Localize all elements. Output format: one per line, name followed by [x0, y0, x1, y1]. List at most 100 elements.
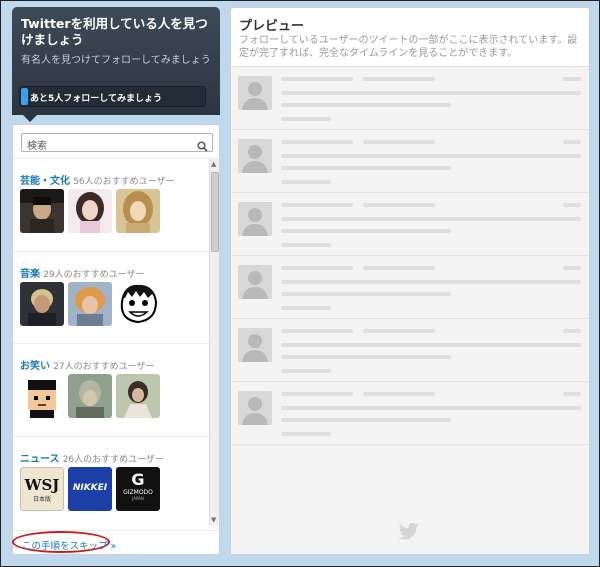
step-title: Twitterを利用している人を見つけましょう — [21, 16, 208, 47]
skeleton-name-bar — [281, 266, 353, 270]
category-news[interactable]: ニュース 26人のおすすめユーザー WSJ 日本版 NIKKEI G GIZMO… — [13, 436, 209, 526]
scroll-up-arrow-icon[interactable]: ▲ — [211, 160, 216, 168]
preview-feed — [231, 66, 589, 554]
signup-step-header: Twitterを利用している人を見つけましょう 有名人を見つけてフォローしてみま… — [12, 7, 220, 115]
skeleton-text-bar — [281, 280, 581, 284]
header-pointer — [23, 115, 37, 122]
category-name[interactable]: お笑い — [20, 361, 50, 372]
skeleton-meta-bar — [281, 369, 331, 373]
wsj-logo-text: WSJ — [24, 476, 60, 494]
skip-step-link[interactable]: この手順をスキップ » — [22, 538, 116, 552]
skeleton-text-bar — [281, 217, 581, 221]
follow-progress-bar: あと5人フォローしてみましょう — [19, 86, 206, 107]
skeleton-text-bar — [281, 355, 451, 359]
gizmodo-logo-mark: G — [131, 470, 145, 489]
category-header[interactable]: 芸能・文化 56人のおすすめユーザー — [20, 172, 174, 187]
skeleton-text-bar — [281, 418, 451, 422]
nikkei-logo[interactable]: NIKKEI — [68, 467, 112, 511]
placeholder-tweet — [231, 130, 589, 193]
skeleton-handle-bar — [363, 266, 435, 270]
category-scrollbar[interactable]: ▲ ▼ — [209, 158, 219, 526]
skeleton-meta-bar — [281, 180, 331, 184]
suggestion-panel: 検索 芸能・文化 56人のおすすめユーザー 音楽 29人のおすすめユーザー お笑… — [12, 124, 220, 555]
default-avatar-icon — [238, 76, 272, 110]
user-avatar[interactable] — [116, 374, 160, 418]
placeholder-tweet — [231, 382, 589, 445]
gizmodo-logo-text: GIZMODO — [123, 489, 153, 496]
skeleton-text-bar — [281, 154, 581, 158]
skeleton-name-bar — [281, 140, 353, 144]
placeholder-tweet — [231, 319, 589, 382]
category-name[interactable]: 音楽 — [20, 269, 40, 280]
placeholder-tweet — [231, 193, 589, 256]
timeline-preview-panel: プレビュー フォローしているユーザーのツイートの一部がここに表示されています。設… — [230, 7, 590, 555]
preview-description: フォローしているユーザーのツイートの一部がここに表示されています。設定が完了すれ… — [239, 35, 578, 59]
category-comedy[interactable]: お笑い 27人のおすすめユーザー — [13, 343, 209, 436]
skeleton-text-bar — [281, 229, 451, 233]
placeholder-tweet — [231, 67, 589, 130]
user-avatar[interactable] — [20, 189, 64, 233]
skeleton-meta-bar — [281, 117, 331, 121]
skeleton-time-bar — [563, 392, 581, 396]
page-frame: Twitterを利用している人を見つけましょう 有名人を見つけてフォローしてみま… — [0, 0, 600, 567]
skeleton-handle-bar — [363, 329, 435, 333]
category-music[interactable]: 音楽 29人のおすすめユーザー — [13, 251, 209, 343]
progress-label: あと5人フォローしてみましょう — [30, 94, 162, 104]
user-avatar[interactable] — [68, 282, 112, 326]
category-count: 27人のおすすめユーザー — [53, 362, 155, 372]
wsj-logo[interactable]: WSJ 日本版 — [20, 467, 64, 511]
skip-row: この手順をスキップ » — [12, 530, 219, 554]
user-avatar[interactable] — [68, 189, 112, 233]
skeleton-text-bar — [281, 166, 451, 170]
skeleton-text-bar — [281, 91, 581, 95]
user-avatar[interactable] — [116, 189, 160, 233]
skeleton-text-bar — [281, 406, 581, 410]
progress-fill — [21, 88, 29, 105]
skeleton-name-bar — [281, 329, 353, 333]
user-avatar[interactable] — [20, 374, 64, 418]
twitter-bird-icon — [398, 523, 420, 545]
skeleton-time-bar — [563, 77, 581, 81]
skeleton-text-bar — [281, 292, 451, 296]
default-avatar-icon — [238, 328, 272, 362]
skeleton-time-bar — [563, 329, 581, 333]
skeleton-text-bar — [281, 103, 451, 107]
skeleton-name-bar — [281, 77, 353, 81]
scrollbar-thumb[interactable] — [211, 172, 219, 252]
default-avatar-icon — [238, 202, 272, 236]
gizmodo-logo-subtext: JAPAN — [132, 496, 144, 501]
wsj-logo-subtext: 日本版 — [32, 496, 51, 503]
skeleton-handle-bar — [363, 203, 435, 207]
scroll-down-arrow-icon[interactable]: ▼ — [211, 516, 216, 524]
default-avatar-icon — [238, 139, 272, 173]
category-name[interactable]: ニュース — [20, 454, 60, 465]
category-list: 芸能・文化 56人のおすすめユーザー 音楽 29人のおすすめユーザー お笑い 2… — [13, 158, 209, 526]
category-header[interactable]: ニュース 26人のおすすめユーザー — [20, 450, 164, 465]
user-avatar[interactable] — [68, 374, 112, 418]
step-subtitle: 有名人を見つけてフォローしてみましょう — [21, 55, 211, 66]
skeleton-name-bar — [281, 203, 353, 207]
category-name[interactable]: 芸能・文化 — [20, 176, 70, 187]
skeleton-handle-bar — [363, 77, 435, 81]
default-avatar-icon — [238, 391, 272, 425]
user-avatar[interactable] — [116, 282, 160, 326]
category-count: 56人のおすすめユーザー — [73, 177, 175, 187]
search-placeholder: 検索 — [27, 141, 47, 152]
nikkei-logo-text: NIKKEI — [72, 483, 108, 493]
category-header[interactable]: お笑い 27人のおすすめユーザー — [20, 357, 154, 372]
category-entertainment[interactable]: 芸能・文化 56人のおすすめユーザー — [13, 158, 209, 251]
skeleton-time-bar — [563, 203, 581, 207]
skeleton-meta-bar — [281, 243, 331, 247]
preview-title: プレビュー — [239, 19, 305, 34]
skeleton-time-bar — [563, 140, 581, 144]
category-header[interactable]: 音楽 29人のおすすめユーザー — [20, 265, 144, 280]
placeholder-tweet — [231, 256, 589, 319]
skeleton-handle-bar — [363, 392, 435, 396]
search-input[interactable]: 検索 — [21, 133, 213, 152]
search-icon[interactable] — [197, 137, 208, 152]
category-count: 26人のおすすめユーザー — [62, 455, 164, 465]
gizmodo-logo[interactable]: G GIZMODO JAPAN — [116, 467, 160, 511]
skeleton-name-bar — [281, 392, 353, 396]
category-count: 29人のおすすめユーザー — [43, 270, 145, 280]
user-avatar[interactable] — [20, 282, 64, 326]
